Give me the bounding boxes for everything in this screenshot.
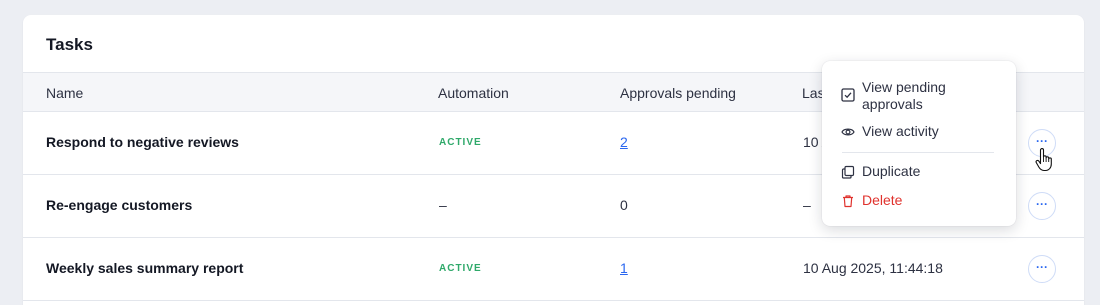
status-badge: ACTIVE: [439, 137, 482, 148]
task-name: Weekly sales summary report: [46, 260, 244, 276]
approvals-pending-count: 0: [620, 197, 628, 213]
menu-item-label: Delete: [862, 192, 903, 208]
more-dots-icon: ···: [1036, 260, 1048, 274]
menu-item-delete[interactable]: Delete: [822, 192, 1016, 212]
menu-item-label: View activity: [862, 123, 939, 139]
more-dots-icon: ···: [1036, 197, 1048, 211]
approvals-pending-link[interactable]: 2: [620, 134, 628, 150]
last-run-time: –: [803, 197, 811, 213]
last-run-time: 10 Aug 2025, 11:44:18: [803, 260, 943, 276]
hand-cursor-icon: [1035, 148, 1052, 172]
column-header-approvals[interactable]: Approvals pending: [620, 85, 736, 101]
card-title: Tasks: [46, 35, 93, 54]
more-dots-icon: ···: [1036, 134, 1048, 148]
menu-item-duplicate[interactable]: Duplicate: [822, 163, 1016, 183]
more-actions-button[interactable]: ···: [1028, 192, 1056, 220]
more-actions-button[interactable]: ···: [1028, 255, 1056, 283]
eye-icon: [841, 128, 855, 136]
trash-icon: [843, 195, 853, 208]
menu-item-label: View pending approvals: [862, 79, 946, 112]
duplicate-icon: [841, 165, 855, 179]
approvals-pending-link[interactable]: 1: [620, 260, 628, 276]
column-header-name[interactable]: Name: [46, 85, 83, 101]
column-header-automation[interactable]: Automation: [438, 85, 509, 101]
menu-item-label: Duplicate: [862, 163, 921, 179]
menu-divider: [842, 152, 994, 153]
task-name: Respond to negative reviews: [46, 134, 239, 150]
checkbox-icon: [841, 88, 855, 102]
menu-item-view-activity[interactable]: View activity: [822, 123, 1016, 143]
menu-item-view-pending-approvals[interactable]: View pending approvals: [822, 79, 1016, 113]
row-actions-menu: View pending approvals View activity Dup…: [822, 61, 1016, 226]
table-row[interactable]: Weekly sales summary report ACTIVE 1 10 …: [23, 238, 1084, 301]
task-name: Re-engage customers: [46, 197, 193, 213]
automation-status: –: [439, 197, 447, 213]
status-badge: ACTIVE: [439, 263, 482, 274]
